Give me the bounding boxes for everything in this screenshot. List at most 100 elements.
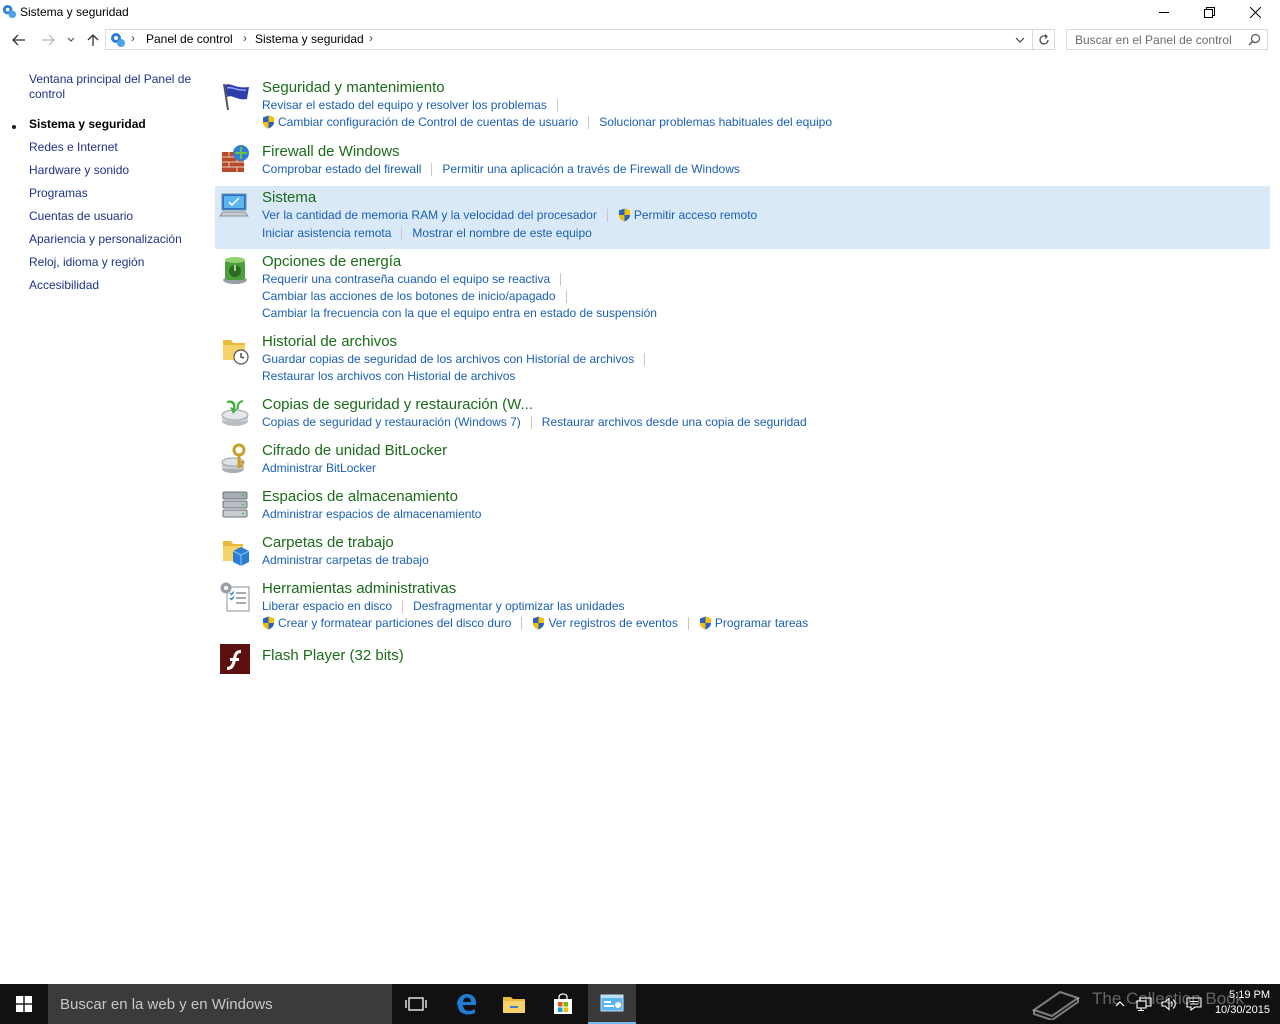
sidebar-item-accessibility[interactable]: Accesibilidad <box>29 278 99 293</box>
control-panel-taskbar-button[interactable] <box>588 984 636 1024</box>
link-row: Cambiar configuración de Control de cuen… <box>262 115 832 130</box>
breadcrumb-control-panel[interactable]: Panel de control <box>146 32 233 46</box>
sidebar-item-clock-region[interactable]: Reloj, idioma y región <box>29 255 144 270</box>
store-button[interactable] <box>539 984 587 1024</box>
category-backup-restore: Copias de seguridad y restauración (W...… <box>215 395 1270 435</box>
require-password-on-wake-link[interactable]: Requerir una contraseña cuando el equipo… <box>262 272 550 287</box>
view-event-logs-link[interactable]: Ver registros de eventos <box>548 616 677 631</box>
storage-icon <box>222 491 248 518</box>
restore-files-from-backup-link[interactable]: Restaurar archivos desde una copia de se… <box>542 415 807 430</box>
separator <box>401 227 403 240</box>
sidebar-item-user-accounts[interactable]: Cuentas de usuario <box>29 209 133 224</box>
control-panel-window-icon <box>600 994 624 1012</box>
defragment-drives-link[interactable]: Desfragmentar y optimizar las unidades <box>413 599 624 614</box>
uac-shield-icon <box>699 616 711 630</box>
minimize-button[interactable] <box>1141 0 1187 24</box>
sidebar-item-system-security[interactable]: Sistema y seguridad <box>29 117 146 132</box>
backup-icon <box>221 400 249 426</box>
link-row: Comprobar estado del firewall Permitir un… <box>262 162 740 177</box>
free-disk-space-link[interactable]: Liberar espacio en disco <box>262 599 392 614</box>
sidebar-item-network-internet[interactable]: Redes e Internet <box>29 140 118 155</box>
category-title[interactable]: Sistema <box>262 189 316 206</box>
key-lock-icon <box>221 443 246 473</box>
category-title[interactable]: Carpetas de trabajo <box>262 534 394 551</box>
category-title[interactable]: Espacios de almacenamiento <box>262 488 458 505</box>
category-title[interactable]: Cifrado de unidad BitLocker <box>262 442 447 459</box>
search-input[interactable] <box>1067 30 1245 49</box>
restore-button[interactable] <box>1186 0 1232 24</box>
search-box[interactable] <box>1066 29 1268 50</box>
search-icon[interactable] <box>1248 33 1261 46</box>
show-computer-name-link[interactable]: Mostrar el nombre de este equipo <box>412 226 591 241</box>
edge-browser-button[interactable] <box>442 984 490 1024</box>
refresh-button[interactable] <box>1032 30 1054 49</box>
link-row: Revisar el estado del equipo y resolver … <box>262 98 568 113</box>
launch-remote-assistance-link[interactable]: Iniciar asistencia remota <box>262 226 391 241</box>
network-icon <box>1136 997 1152 1011</box>
manage-bitlocker-link[interactable]: Administrar BitLocker <box>262 461 376 476</box>
separator <box>530 416 532 429</box>
breadcrumb-separator-icon[interactable]: › <box>243 31 247 45</box>
category-title[interactable]: Firewall de Windows <box>262 143 400 160</box>
task-view-button[interactable] <box>392 984 440 1024</box>
manage-work-folders-link[interactable]: Administrar carpetas de trabajo <box>262 553 429 568</box>
category-title[interactable]: Historial de archivos <box>262 333 397 350</box>
category-bitlocker: Cifrado de unidad BitLocker Administrar … <box>215 441 1270 481</box>
forward-button[interactable] <box>37 30 59 50</box>
start-button[interactable] <box>0 984 48 1024</box>
up-button[interactable] <box>82 30 104 50</box>
breadcrumb-separator-icon[interactable]: › <box>369 31 373 45</box>
show-hidden-icons-button[interactable] <box>1112 984 1128 1024</box>
address-dropdown-button[interactable] <box>1012 30 1028 49</box>
sidebar-item-appearance[interactable]: Apariencia y personalización <box>29 232 182 247</box>
troubleshoot-problems-link[interactable]: Solucionar problemas habituales del equi… <box>599 115 832 130</box>
taskbar-search-placeholder[interactable]: Buscar en la web y en Windows <box>60 996 273 1013</box>
category-title[interactable]: Seguridad y mantenimiento <box>262 79 445 96</box>
taskbar-search-box[interactable]: Buscar en la web y en Windows <box>48 984 392 1024</box>
link-row: Ver la cantidad de memoria RAM y la velo… <box>262 208 757 223</box>
address-bar[interactable]: › Panel de control › Sistema y seguridad… <box>105 29 1055 50</box>
action-center-button[interactable] <box>1183 984 1205 1024</box>
category-title[interactable]: Opciones de energía <box>262 253 401 270</box>
category-title[interactable]: Flash Player (32 bits) <box>262 647 404 664</box>
network-tray-button[interactable] <box>1133 984 1155 1024</box>
backup-restore-windows7-link[interactable]: Copias de seguridad y restauración (Wind… <box>262 415 521 430</box>
category-title[interactable]: Copias de seguridad y restauración (W... <box>262 396 533 413</box>
allow-remote-access-link[interactable]: Permitir acceso remoto <box>634 208 757 223</box>
category-title[interactable]: Herramientas administrativas <box>262 580 456 597</box>
allow-app-firewall-link[interactable]: Permitir una aplicación a través de Fire… <box>442 162 739 177</box>
link-row: Liberar espacio en disco Desfragmentar y … <box>262 599 625 614</box>
change-power-buttons-link[interactable]: Cambiar las acciones de los botones de i… <box>262 289 556 304</box>
uac-shield-icon <box>263 616 274 630</box>
sidebar-item-programs[interactable]: Programas <box>29 186 88 201</box>
category-flash-player: Flash Player (32 bits) <box>215 644 1270 678</box>
flash-player-icon <box>220 644 250 674</box>
category-firewall: Firewall de Windows Comprobar estado del… <box>215 142 1270 184</box>
file-explorer-button[interactable] <box>490 984 538 1024</box>
edge-icon <box>457 994 476 1015</box>
create-format-partitions-link[interactable]: Crear y formatear particiones del disco … <box>278 616 511 631</box>
control-panel-home-link[interactable]: Ventana principal del Panel de control <box>29 72 199 102</box>
save-backup-file-history-link[interactable]: Guardar copias de seguridad de los archi… <box>262 352 634 367</box>
view-ram-processor-link[interactable]: Ver la cantidad de memoria RAM y la velo… <box>262 208 597 223</box>
change-uac-settings-link[interactable]: Cambiar configuración de Control de cuen… <box>278 115 578 130</box>
separator <box>644 353 646 366</box>
recent-locations-button[interactable] <box>61 30 81 50</box>
windows-logo-icon <box>16 996 32 1012</box>
check-computer-status-link[interactable]: Revisar el estado del equipo y resolver … <box>262 98 547 113</box>
clock[interactable]: 5:19 PM 10/30/2015 <box>1215 988 1270 1018</box>
close-button[interactable] <box>1232 0 1278 24</box>
chevron-down-icon <box>67 37 75 42</box>
sidebar-item-hardware-sound[interactable]: Hardware y sonido <box>29 163 129 178</box>
volume-tray-button[interactable] <box>1158 984 1180 1024</box>
clock-date: 10/30/2015 <box>1214 1004 1270 1016</box>
change-sleep-frequency-link[interactable]: Cambiar la frecuencia con la que el equi… <box>262 306 657 321</box>
breadcrumb-separator-icon[interactable]: › <box>131 31 135 45</box>
manage-storage-spaces-link[interactable]: Administrar espacios de almacenamiento <box>262 507 481 522</box>
check-firewall-status-link[interactable]: Comprobar estado del firewall <box>262 162 421 177</box>
back-button[interactable] <box>8 30 30 50</box>
schedule-tasks-link[interactable]: Programar tareas <box>715 616 808 631</box>
breadcrumb-system-security[interactable]: Sistema y seguridad <box>255 32 364 46</box>
admin-tools-icon <box>220 582 250 612</box>
restore-files-file-history-link[interactable]: Restaurar los archivos con Historial de … <box>262 369 515 384</box>
